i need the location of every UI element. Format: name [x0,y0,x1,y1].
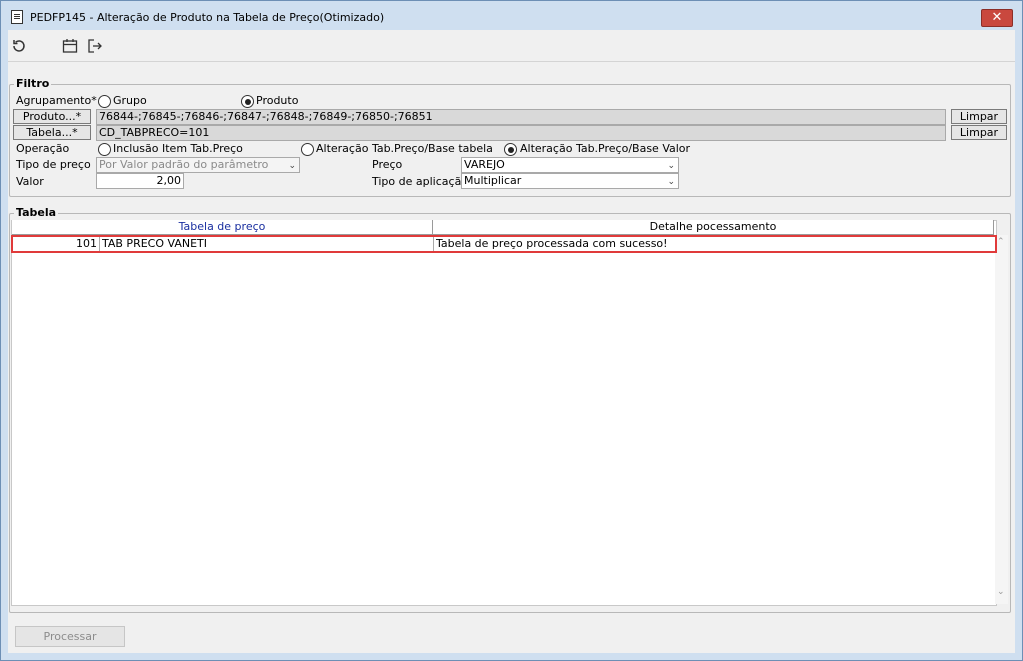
column-header-tabela[interactable]: Tabela de preço [12,220,433,235]
radio-base-tabela[interactable] [301,143,314,156]
data-grid[interactable] [11,220,997,606]
radio-grupo[interactable] [98,95,111,108]
operacao-label: Operação [16,142,70,155]
radio-base-tabela-label: Alteração Tab.Preço/Base tabela [316,142,493,155]
radio-inclusao[interactable] [98,143,111,156]
produto-field[interactable]: 76844-;76845-;76846-;76847-;76848-;76849… [96,109,946,125]
tabela-button[interactable]: Tabela...* [13,125,91,140]
radio-grupo-label: Grupo [113,94,147,107]
tipo-preco-value: Por Valor padrão do parâmetro [99,158,269,171]
window-title: PEDFP145 - Alteração de Produto na Tabel… [30,11,385,24]
exit-icon[interactable] [86,37,104,55]
radio-inclusao-label: Inclusão Item Tab.Preço [113,142,243,155]
preco-value: VAREJO [464,158,505,171]
document-icon [11,10,23,24]
chevron-down-icon: ⌄ [667,177,675,187]
preco-label: Preço [372,158,403,171]
filtro-legend: Filtro [14,77,52,90]
tipo-aplicacao-select[interactable]: Multiplicar ⌄ [461,173,679,189]
limpar-produto-button[interactable]: Limpar [951,109,1007,124]
tipo-aplicacao-label: Tipo de aplicação [372,175,469,188]
column-divider [433,237,434,251]
radio-base-valor-label: Alteração Tab.Preço/Base Valor [520,142,691,155]
agrupamento-label: Agrupamento* [16,94,97,107]
chevron-down-icon: ⌄ [667,161,675,171]
chevron-down-icon: ⌄ [288,161,296,171]
tabela-legend: Tabela [14,206,59,219]
valor-input[interactable]: 2,00 [96,173,184,189]
limpar-tabela-button[interactable]: Limpar [951,125,1007,140]
client-area: Filtro Agrupamento* Grupo Produto Produt… [8,30,1015,653]
produto-button[interactable]: Produto...* [13,109,91,124]
table-row[interactable]: 101 TAB PRECO VANETI Tabela de preço pro… [11,235,997,253]
refresh-icon[interactable] [10,37,28,55]
valor-label: Valor [16,175,44,188]
cell-codigo: 101 [76,237,97,250]
radio-produto-label: Produto [256,94,299,107]
radio-produto[interactable] [241,95,254,108]
tipo-preco-label: Tipo de preço [16,158,91,171]
cell-nome: TAB PRECO VANETI [102,237,207,250]
tabela-field[interactable]: CD_TABPRECO=101 [96,125,946,141]
tipo-aplicacao-value: Multiplicar [464,174,522,187]
cell-detalhe: Tabela de preço processada com sucesso! [436,237,668,250]
scroll-up-icon[interactable]: ⌃ [997,237,1005,247]
column-divider [99,237,100,251]
column-header-detalhe[interactable]: Detalhe pocessamento [433,220,994,235]
radio-base-valor[interactable] [504,143,517,156]
scroll-down-icon[interactable]: ⌄ [997,587,1005,597]
calendar-icon[interactable] [61,37,79,55]
toolbar-separator [8,61,1015,62]
processar-button[interactable]: Processar [15,626,125,647]
vertical-scrollbar[interactable]: ⌃ ⌄ [995,235,1008,604]
close-button[interactable]: ✕ [981,9,1013,27]
preco-select[interactable]: VAREJO ⌄ [461,157,679,173]
tipo-preco-select: Por Valor padrão do parâmetro ⌄ [96,157,300,173]
